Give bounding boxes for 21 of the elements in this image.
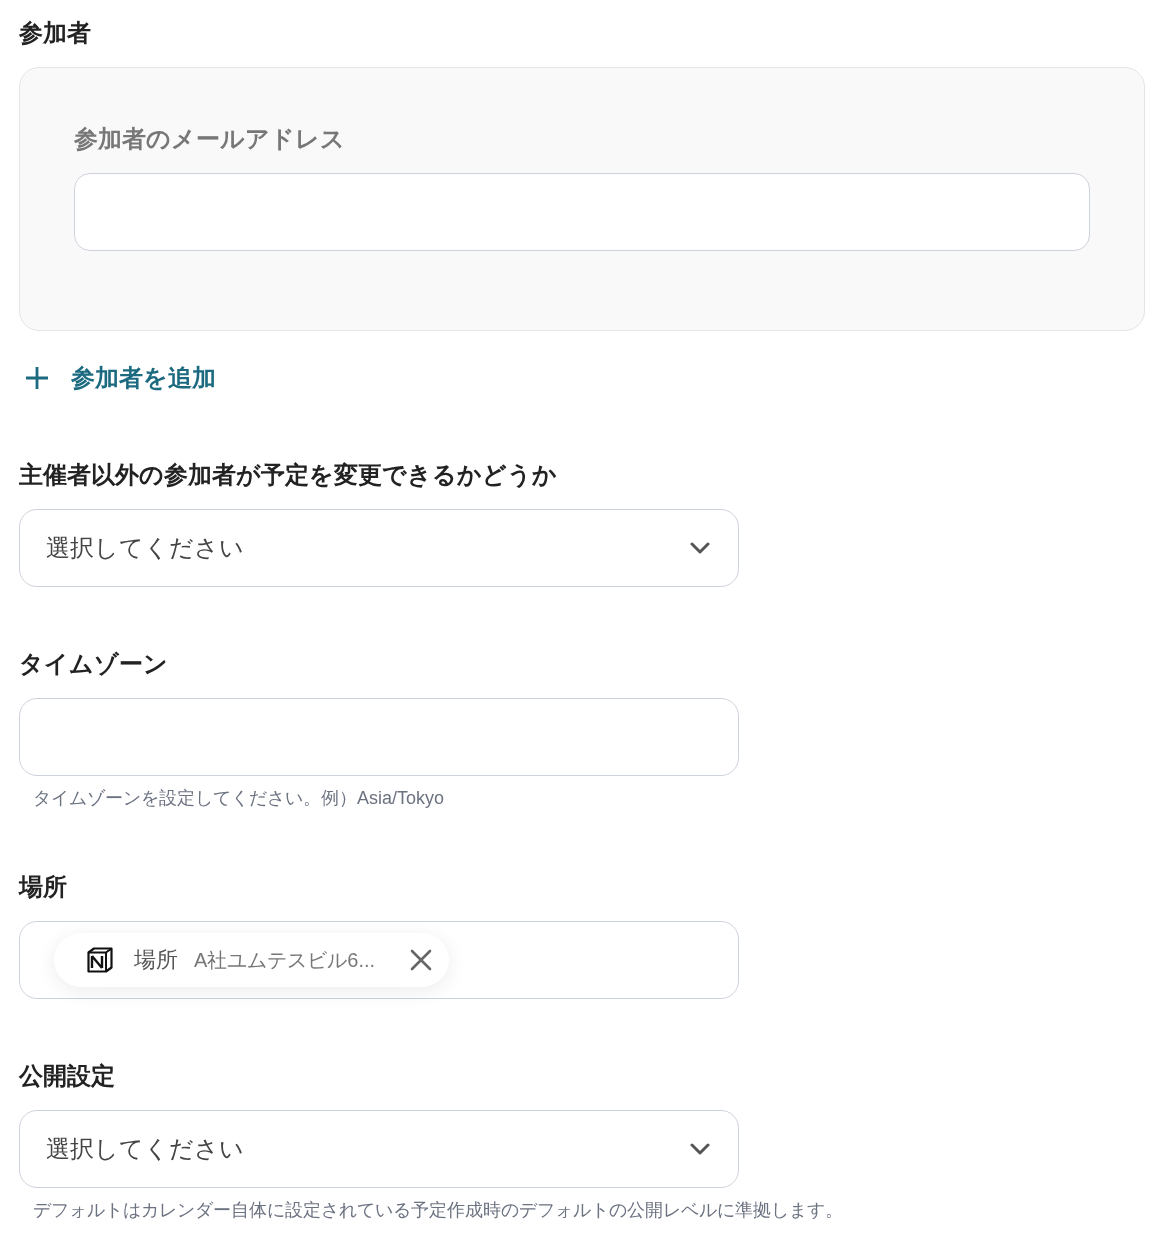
field-label: 場所	[19, 872, 67, 902]
text-input[interactable]	[19, 698, 739, 776]
add-attendee-button[interactable]: 参加者を追加	[19, 358, 216, 398]
field-label: タイムゾーン	[19, 649, 168, 679]
plus-icon	[25, 366, 49, 390]
select-field[interactable]: 選択してください	[19, 509, 739, 587]
hint-text: タイムゾーンを設定してください。例）Asia/Tokyo	[32, 787, 445, 810]
cube-icon	[86, 946, 114, 974]
close-icon[interactable]	[409, 948, 434, 972]
field-label: 参加者のメールアドレス	[74, 124, 345, 154]
email-input[interactable]	[74, 173, 1090, 251]
chip-label: 場所	[134, 946, 178, 974]
location-field[interactable]: 場所 A社ユムテスビル6...	[19, 921, 739, 999]
select-field[interactable]: 選択してください	[19, 1110, 739, 1188]
field-label: 公開設定	[19, 1061, 115, 1091]
chevron-down-icon	[690, 1143, 710, 1155]
hint-text: デフォルトはカレンダー自体に設定されている予定作成時のデフォルトの公開レベルに準拠します。	[32, 1199, 843, 1222]
chip-value: A社ユムテスビル6...	[194, 947, 376, 973]
section-label: 参加者	[19, 18, 91, 48]
field-label: 主催者以外の参加者が予定を変更できるかどうか	[19, 460, 557, 490]
chevron-down-icon	[690, 542, 710, 554]
